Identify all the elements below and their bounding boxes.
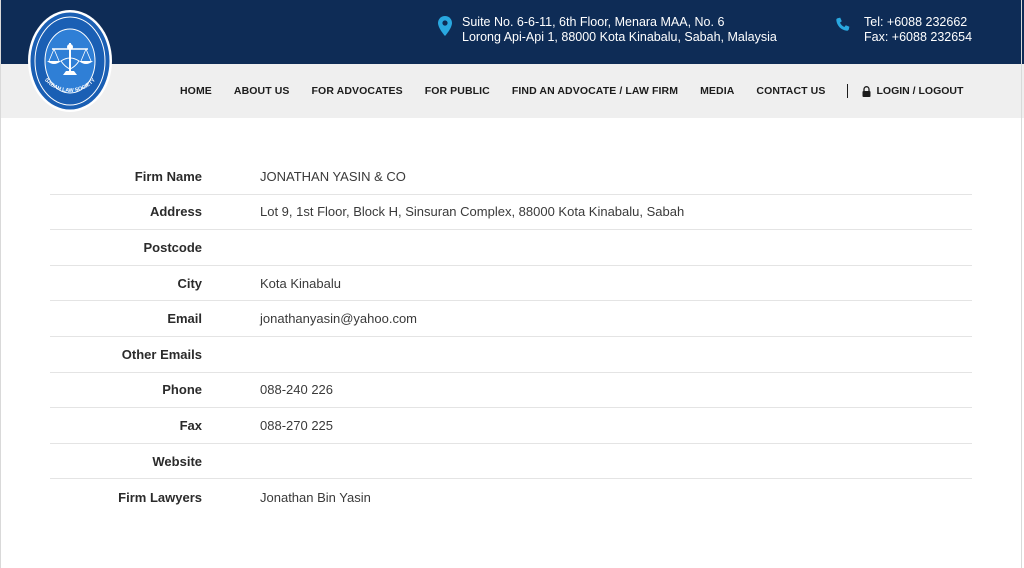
row-address: Address Lot 9, 1st Floor, Block H, Sinsu… (50, 195, 972, 231)
row-fax: Fax 088-270 225 (50, 408, 972, 444)
sabah-law-society-logo[interactable]: SABAH LAW SOCIETY (27, 9, 113, 113)
other-emails-label: Other Emails (121, 346, 202, 362)
postcode-label: Postcode (143, 239, 202, 255)
firm-details-table: Firm Name JONATHAN YASIN & CO Address Lo… (50, 159, 972, 515)
row-firm-name: Firm Name JONATHAN YASIN & CO (50, 159, 972, 195)
phone-value: 088-240 226 (260, 382, 334, 398)
lock-icon (862, 85, 871, 97)
firm-lawyers-label: Firm Lawyers (118, 489, 202, 505)
nav-media[interactable]: MEDIA (700, 85, 734, 97)
contact-block: Tel: +6088 232662 Fax: +6088 232654 (834, 15, 972, 45)
address-line-2: Lorong Api-Api 1, 88000 Kota Kinabalu, S… (462, 30, 777, 44)
contact-text: Tel: +6088 232662 Fax: +6088 232654 (864, 15, 972, 45)
website-label: Website (152, 453, 202, 469)
phone-icon (836, 17, 850, 31)
firm-name-label: Firm Name (134, 168, 202, 184)
nav-for-advocates[interactable]: FOR ADVOCATES (312, 85, 403, 97)
address-text: Suite No. 6-6-11, 6th Floor, Menara MAA,… (462, 15, 777, 45)
address-label: Address (149, 204, 202, 220)
fax-value: 088-270 225 (260, 417, 334, 433)
row-other-emails: Other Emails (50, 337, 972, 373)
nav-for-public[interactable]: FOR PUBLIC (425, 85, 490, 97)
firm-name-value: JONATHAN YASIN & CO (260, 168, 406, 184)
login-label: LOGIN / LOGOUT (876, 85, 964, 97)
row-firm-lawyers: Firm Lawyers Jonathan Bin Yasin (50, 479, 972, 515)
map-pin-icon (438, 16, 452, 36)
row-phone: Phone 088-240 226 (50, 373, 972, 409)
tel-number[interactable]: Tel: +6088 232662 (864, 15, 972, 30)
nav-contact-us[interactable]: CONTACT US (756, 85, 825, 97)
nav-home[interactable]: HOME (180, 85, 212, 97)
address-block: Suite No. 6-6-11, 6th Floor, Menara MAA,… (438, 15, 777, 45)
phone-label: Phone (162, 382, 202, 398)
city-label: City (177, 275, 202, 291)
main-navigation: HOME ABOUT US FOR ADVOCATES FOR PUBLIC F… (180, 64, 963, 118)
address-value: Lot 9, 1st Floor, Block H, Sinsuran Comp… (260, 204, 685, 220)
row-email: Email jonathanyasin@yahoo.com (50, 301, 972, 337)
login-logout-link[interactable]: LOGIN / LOGOUT (862, 85, 963, 97)
email-label: Email (167, 311, 202, 327)
fax-label: Fax (179, 417, 202, 433)
nav-divider (847, 84, 849, 98)
fax-number: Fax: +6088 232654 (864, 30, 973, 44)
row-website: Website (50, 444, 972, 480)
row-postcode: Postcode (50, 230, 972, 266)
email-value[interactable]: jonathanyasin@yahoo.com (260, 311, 417, 326)
city-value: Kota Kinabalu (260, 275, 341, 291)
firm-lawyers-value: Jonathan Bin Yasin (260, 489, 371, 505)
row-city: City Kota Kinabalu (50, 266, 972, 302)
top-header-bar: Suite No. 6-6-11, 6th Floor, Menara MAA,… (0, 0, 1024, 64)
nav-find-advocate[interactable]: FIND AN ADVOCATE / LAW FIRM (512, 85, 678, 97)
nav-about-us[interactable]: ABOUT US (234, 85, 290, 97)
address-line-1: Suite No. 6-6-11, 6th Floor, Menara MAA,… (462, 15, 725, 29)
